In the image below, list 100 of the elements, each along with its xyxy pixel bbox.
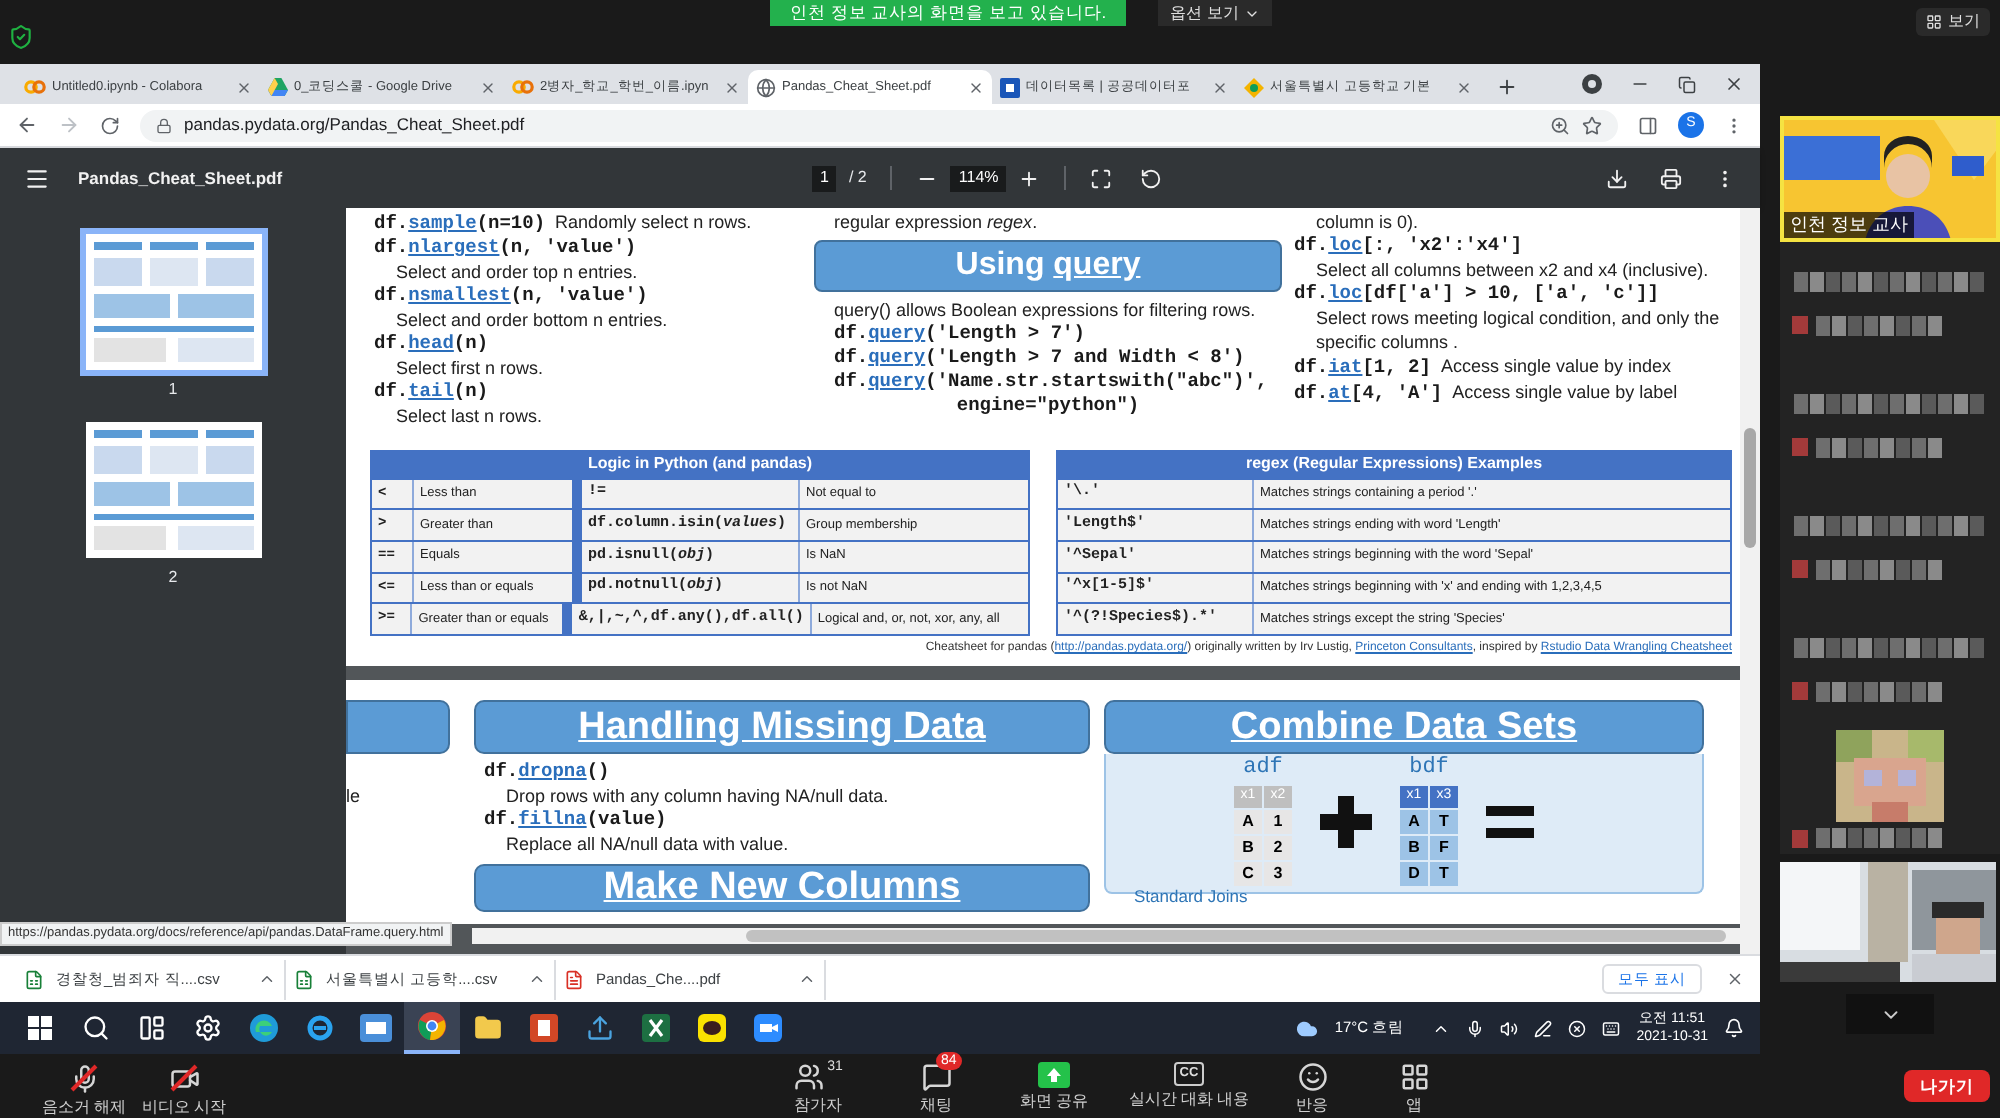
rotate-icon[interactable]: [1140, 167, 1163, 189]
blurred-label: [1816, 826, 1944, 850]
table-cell: B: [1234, 836, 1262, 860]
app-tile-icon[interactable]: [360, 1014, 392, 1042]
side-panel-icon[interactable]: [1638, 115, 1658, 135]
reload-icon[interactable]: [100, 115, 120, 135]
record-icon[interactable]: [1582, 74, 1602, 94]
body-text: query() allows Boolean expressions for filtering rows.: [834, 298, 1258, 322]
control-label: 음소거 해제: [41, 1098, 127, 1118]
meeting-control[interactable]: 반응: [1264, 1054, 1360, 1118]
close-icon[interactable]: [1726, 970, 1744, 988]
new-tab-icon[interactable]: [1496, 76, 1518, 98]
back-icon[interactable]: [16, 114, 38, 136]
close-circle-icon[interactable]: [1568, 1019, 1587, 1037]
method-link[interactable]: nlargest: [408, 236, 500, 258]
menu-icon[interactable]: [24, 165, 50, 191]
method-link[interactable]: sample: [408, 212, 477, 234]
meeting-control[interactable]: 비디오 시작: [134, 1054, 234, 1118]
task-view-icon[interactable]: [138, 1014, 166, 1042]
video-tile[interactable]: 인천 정보 교사: [1780, 116, 2000, 242]
caret-icon[interactable]: [798, 970, 816, 988]
table-cell: T: [1430, 862, 1458, 886]
caret-icon[interactable]: [528, 970, 546, 988]
zoom-icon[interactable]: [1550, 115, 1570, 135]
star-icon[interactable]: [1582, 115, 1602, 135]
windows-icon[interactable]: [28, 1016, 52, 1040]
people-icon: [793, 1062, 824, 1092]
method-link[interactable]: iat: [1328, 356, 1363, 378]
search-icon[interactable]: [82, 1014, 110, 1042]
page-input[interactable]: 1: [812, 165, 837, 191]
horizontal-scrollbar[interactable]: [472, 928, 1740, 944]
chrome-icon[interactable]: [418, 1012, 446, 1040]
page-thumbnail[interactable]: [85, 422, 261, 558]
meeting-control[interactable]: 화면 공유: [994, 1054, 1114, 1118]
spreadsheet-icon: [294, 969, 314, 989]
taskbar-button[interactable]: [404, 1002, 460, 1054]
microphone-icon[interactable]: [1466, 1019, 1485, 1037]
emblem-icon: [1244, 77, 1264, 97]
code-line: df.head(n): [374, 332, 491, 356]
method-link[interactable]: query: [868, 370, 926, 392]
body-text: le: [346, 784, 363, 808]
method-link[interactable]: query: [868, 322, 926, 344]
close-icon[interactable]: [1212, 79, 1228, 95]
control-label: 앱: [1406, 1096, 1422, 1116]
upload-icon[interactable]: [586, 1014, 614, 1042]
table-cell: A: [1400, 810, 1428, 834]
keyboard-icon[interactable]: [1602, 1019, 1621, 1037]
download-icon[interactable]: [1606, 167, 1628, 189]
slides-icon[interactable]: [530, 1014, 558, 1042]
pen-icon[interactable]: [1534, 1019, 1553, 1037]
notification-icon[interactable]: [1724, 1018, 1744, 1038]
method-link[interactable]: tail: [408, 380, 454, 402]
camera-icon[interactable]: [754, 1014, 782, 1042]
vertical-scrollbar[interactable]: [1740, 208, 1760, 954]
restore-icon[interactable]: [1678, 75, 1696, 93]
method-link[interactable]: head: [408, 332, 454, 354]
close-icon[interactable]: [1724, 74, 1744, 94]
participant-tile[interactable]: [1780, 242, 2000, 364]
method-link[interactable]: query: [868, 346, 926, 368]
spreadsheet-icon[interactable]: [642, 1014, 670, 1042]
code-line: df.iat[1, 2]: [1294, 356, 1431, 380]
method-link[interactable]: loc: [1328, 234, 1363, 256]
chat-bubble-icon[interactable]: [698, 1014, 726, 1042]
close-icon[interactable]: [968, 79, 984, 95]
document-icon: [564, 969, 584, 989]
grid-icon: [1926, 14, 1942, 30]
method-link[interactable]: dropna: [518, 760, 587, 782]
swirl-icon[interactable]: [250, 1014, 278, 1042]
fit-page-icon[interactable]: [1090, 167, 1113, 189]
section-header: [346, 700, 450, 754]
close-icon[interactable]: [480, 79, 496, 95]
meeting-control[interactable]: 음소거 해제: [34, 1054, 134, 1118]
method-link[interactable]: nsmallest: [408, 284, 511, 306]
zoom-input[interactable]: 114%: [950, 165, 1007, 191]
meeting-control[interactable]: 앱: [1360, 1054, 1468, 1118]
method-link[interactable]: at: [1328, 382, 1352, 404]
participant-tile[interactable]: [1780, 730, 2000, 854]
page-number: 2: [168, 566, 178, 590]
close-icon[interactable]: [724, 79, 740, 95]
caret-icon[interactable]: [258, 970, 276, 988]
zoom-in-icon[interactable]: [1018, 167, 1041, 189]
code-line: df.loc[:, 'x2':'x4']: [1294, 234, 1525, 258]
ring-e-icon[interactable]: [306, 1014, 334, 1042]
muted-microphone-icon: [68, 1062, 100, 1094]
description-text: Select first n rows.: [394, 356, 546, 380]
shield-icon[interactable]: [8, 24, 34, 50]
code-line: df.query('Name.str.startswith("abc")',: [834, 370, 1262, 394]
address-bar[interactable]: pandas.pydata.org/Pandas_Cheat_Sheet.pdf: [140, 109, 1618, 141]
print-icon[interactable]: [1660, 167, 1682, 189]
settings-icon[interactable]: [194, 1014, 222, 1042]
method-link[interactable]: fillna: [518, 808, 587, 830]
view-options-button[interactable]: 옵션 보기: [1158, 0, 1273, 26]
description-text: Replace all NA/null data with value.: [504, 832, 791, 856]
folder-icon[interactable]: [474, 1014, 502, 1042]
leave-button[interactable]: 나가기: [1904, 1070, 1990, 1102]
close-icon[interactable]: [236, 79, 252, 95]
speaker-icon[interactable]: [1500, 1019, 1519, 1037]
close-icon[interactable]: [1456, 79, 1472, 95]
method-link[interactable]: loc: [1328, 282, 1363, 304]
view-button[interactable]: 보기: [1916, 8, 1990, 36]
